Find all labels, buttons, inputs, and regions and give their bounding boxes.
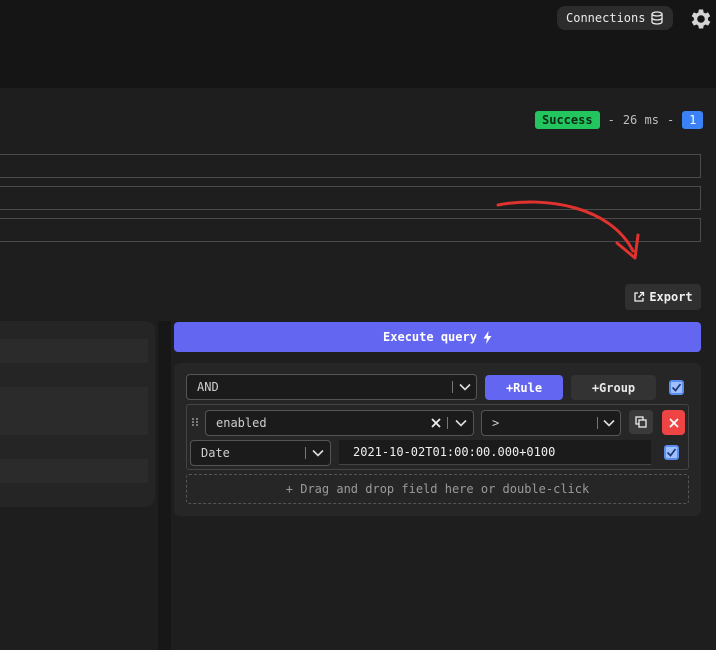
chevron-down-icon (459, 383, 471, 391)
add-group-button[interactable]: +Group (571, 375, 656, 400)
clear-icon[interactable] (430, 417, 442, 429)
status-separator: - (607, 113, 615, 127)
add-rule-button[interactable]: +Rule (485, 375, 563, 400)
field-select[interactable]: enabled (205, 410, 474, 436)
select-separator (597, 417, 598, 429)
combinator-select[interactable]: AND (186, 374, 477, 400)
value-type-value: Date (201, 446, 230, 460)
connections-label: Connections (566, 11, 646, 25)
execute-query-button[interactable]: Execute query (174, 322, 701, 352)
export-button[interactable]: Export (625, 284, 701, 310)
external-link-icon (634, 291, 645, 302)
connections-button[interactable]: Connections (557, 6, 674, 30)
value-type-select[interactable]: Date (190, 440, 331, 466)
clone-rule-button[interactable] (629, 410, 653, 434)
select-separator (447, 417, 448, 429)
duration-text: 26 ms (622, 113, 659, 127)
rule-value-input[interactable]: 2021-10-02T01:00:00.000+0100 (339, 440, 651, 465)
drop-zone[interactable]: + Drag and drop field here or double-cli… (186, 474, 689, 504)
export-label: Export (649, 290, 693, 304)
status-separator: - (666, 113, 675, 127)
lightning-icon (483, 330, 492, 344)
combinator-value: AND (197, 380, 219, 394)
chevron-down-icon (603, 419, 615, 427)
delete-rule-button[interactable] (662, 410, 685, 435)
field-value: enabled (216, 416, 267, 430)
query-input-1[interactable] (0, 154, 701, 178)
panel-resize-handle[interactable] (158, 321, 171, 650)
chevron-down-icon (312, 449, 324, 457)
chevron-down-icon (455, 419, 467, 427)
operator-select[interactable]: > (481, 410, 621, 436)
execute-query-label: Execute query (383, 330, 477, 344)
select-separator (305, 447, 306, 459)
close-icon (668, 417, 679, 428)
table-row (0, 411, 148, 435)
operator-value: > (492, 416, 500, 430)
query-status: Success - 26 ms - 1 (535, 111, 704, 129)
copy-icon (635, 416, 647, 428)
status-badge: Success (535, 111, 600, 129)
table-row (0, 339, 148, 363)
rule-checkbox[interactable] (664, 445, 679, 460)
table-row (0, 459, 148, 483)
table-row (0, 387, 148, 411)
group-checkbox[interactable] (669, 380, 684, 395)
database-icon (651, 11, 664, 25)
drag-handle-icon[interactable] (191, 417, 199, 427)
select-separator (452, 381, 453, 393)
annotation-arrow (496, 200, 640, 260)
results-panel (0, 321, 155, 507)
result-count-badge: 1 (682, 111, 704, 129)
gear-icon[interactable] (688, 6, 714, 32)
